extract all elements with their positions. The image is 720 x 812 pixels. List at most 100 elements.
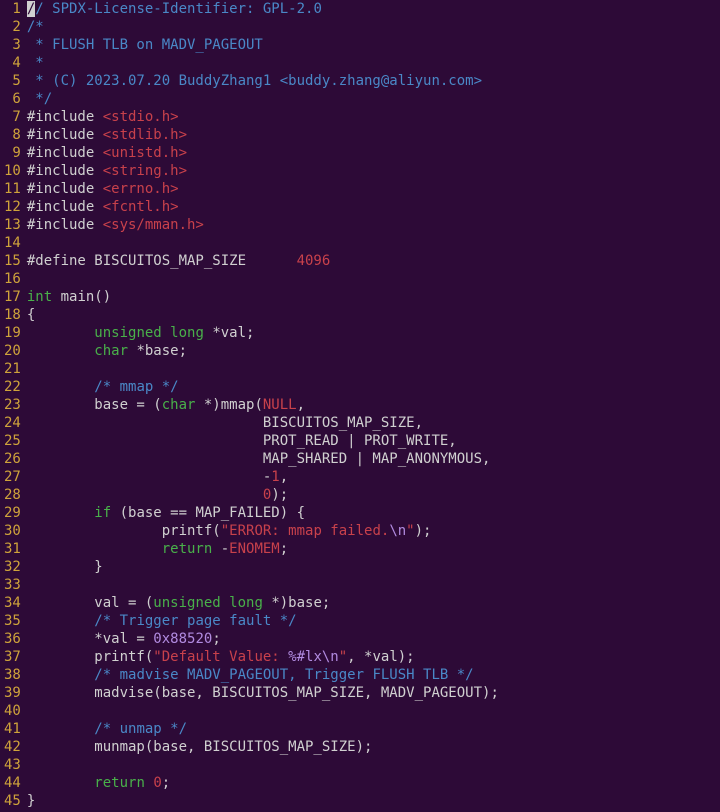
token-string: " xyxy=(406,523,414,539)
code-line[interactable]: #include <sys/mman.h> xyxy=(27,216,712,234)
code-line[interactable]: */ xyxy=(27,90,712,108)
token-ident: *)mmap( xyxy=(195,397,262,413)
token-ident: munmap(base, BISCUITOS_MAP_SIZE); xyxy=(27,739,373,755)
code-line[interactable]: printf("Default Value: %#lx\n", *val); xyxy=(27,648,712,666)
code-line[interactable]: *val = 0x88520; xyxy=(27,630,712,648)
token-ident xyxy=(162,325,170,341)
token-ident: base = ( xyxy=(27,397,162,413)
token-preproc: #include xyxy=(27,181,103,197)
token-ident: *val; xyxy=(204,325,255,341)
code-line[interactable]: 0); xyxy=(27,486,712,504)
code-line[interactable] xyxy=(27,360,712,378)
code-line[interactable]: base = (char *)mmap(NULL, xyxy=(27,396,712,414)
code-line[interactable]: /* Trigger page fault */ xyxy=(27,612,712,630)
code-line[interactable]: -1, xyxy=(27,468,712,486)
token-ident: ; xyxy=(280,541,288,557)
code-line[interactable]: if (base == MAP_FAILED) { xyxy=(27,504,712,522)
line-number: 45 xyxy=(4,792,21,810)
line-number: 1 xyxy=(4,0,21,18)
code-line[interactable]: * FLUSH TLB on MADV_PAGEOUT xyxy=(27,36,712,54)
token-ident: val = ( xyxy=(27,595,153,611)
code-line[interactable] xyxy=(27,756,712,774)
token-fmt: \n xyxy=(322,649,339,665)
line-number: 7 xyxy=(4,108,21,126)
token-ident: (base == MAP_FAILED) { xyxy=(111,505,305,521)
token-ident: ; xyxy=(212,631,220,647)
token-ident xyxy=(27,343,94,359)
code-line[interactable]: #include <unistd.h> xyxy=(27,144,712,162)
line-number: 19 xyxy=(4,324,21,342)
token-fmt: %#lx xyxy=(288,649,322,665)
line-number-gutter: 1234567891011121314151617181920212223242… xyxy=(0,0,27,810)
code-line[interactable] xyxy=(27,270,712,288)
token-incfile: <fcntl.h> xyxy=(103,199,179,215)
token-type: int xyxy=(27,289,52,305)
code-line[interactable]: * xyxy=(27,54,712,72)
line-number: 30 xyxy=(4,522,21,540)
token-ident xyxy=(27,325,94,341)
token-ident: MAP_SHARED | MAP_ANONYMOUS, xyxy=(27,451,491,467)
code-line[interactable]: #include <string.h> xyxy=(27,162,712,180)
line-number: 11 xyxy=(4,180,21,198)
code-line[interactable]: munmap(base, BISCUITOS_MAP_SIZE); xyxy=(27,738,712,756)
code-line[interactable]: #include <fcntl.h> xyxy=(27,198,712,216)
code-line[interactable]: #include <stdlib.h> xyxy=(27,126,712,144)
code-line[interactable]: /* xyxy=(27,18,712,36)
code-line[interactable]: return -ENOMEM; xyxy=(27,540,712,558)
token-number: 4096 xyxy=(297,253,331,269)
token-incfile: <stdlib.h> xyxy=(103,127,187,143)
code-line[interactable]: * (C) 2023.07.20 BuddyZhang1 <buddy.zhan… xyxy=(27,72,712,90)
code-line[interactable]: val = (unsigned long *)base; xyxy=(27,594,712,612)
token-comment: /* mmap */ xyxy=(94,379,178,395)
code-line[interactable]: printf("ERROR: mmap failed.\n"); xyxy=(27,522,712,540)
token-keyword: return xyxy=(162,541,213,557)
line-number: 16 xyxy=(4,270,21,288)
line-number: 31 xyxy=(4,540,21,558)
line-number: 33 xyxy=(4,576,21,594)
token-type: unsigned xyxy=(153,595,220,611)
code-line[interactable]: #define BISCUITOS_MAP_SIZE 4096 xyxy=(27,252,712,270)
code-area[interactable]: // SPDX-License-Identifier: GPL-2.0/* * … xyxy=(27,0,720,810)
code-line[interactable]: { xyxy=(27,306,712,324)
code-line[interactable] xyxy=(27,702,712,720)
code-editor[interactable]: 1234567891011121314151617181920212223242… xyxy=(0,0,720,810)
code-line[interactable]: madvise(base, BISCUITOS_MAP_SIZE, MADV_P… xyxy=(27,684,712,702)
code-line[interactable]: MAP_SHARED | MAP_ANONYMOUS, xyxy=(27,450,712,468)
token-preproc: #include xyxy=(27,145,103,161)
token-type: char xyxy=(162,397,196,413)
token-ident: - xyxy=(27,469,271,485)
code-line[interactable] xyxy=(27,576,712,594)
token-ident xyxy=(27,505,94,521)
token-type: long xyxy=(170,325,204,341)
token-comment: / SPDX-License-Identifier: GPL-2.0 xyxy=(35,1,322,17)
token-ident xyxy=(27,487,263,503)
code-line[interactable]: PROT_READ | PROT_WRITE, xyxy=(27,432,712,450)
token-ident: , xyxy=(297,397,305,413)
line-number: 39 xyxy=(4,684,21,702)
token-comment: */ xyxy=(27,91,52,107)
token-type: char xyxy=(94,343,128,359)
code-line[interactable]: int main() xyxy=(27,288,712,306)
code-line[interactable]: #include <stdio.h> xyxy=(27,108,712,126)
line-number: 37 xyxy=(4,648,21,666)
code-line[interactable]: BISCUITOS_MAP_SIZE, xyxy=(27,414,712,432)
code-line[interactable]: char *base; xyxy=(27,342,712,360)
line-number: 29 xyxy=(4,504,21,522)
code-line[interactable] xyxy=(27,234,712,252)
code-line[interactable]: } xyxy=(27,792,712,810)
token-ident: *val = xyxy=(27,631,153,647)
code-line[interactable]: unsigned long *val; xyxy=(27,324,712,342)
token-ident xyxy=(27,379,94,395)
line-number: 22 xyxy=(4,378,21,396)
code-line[interactable]: /* madvise MADV_PAGEOUT, Trigger FLUSH T… xyxy=(27,666,712,684)
code-line[interactable]: } xyxy=(27,558,712,576)
code-line[interactable]: return 0; xyxy=(27,774,712,792)
line-number: 5 xyxy=(4,72,21,90)
code-line[interactable]: // SPDX-License-Identifier: GPL-2.0 xyxy=(27,0,712,18)
code-line[interactable]: /* mmap */ xyxy=(27,378,712,396)
line-number: 28 xyxy=(4,486,21,504)
token-ident: } xyxy=(27,559,103,575)
line-number: 23 xyxy=(4,396,21,414)
code-line[interactable]: #include <errno.h> xyxy=(27,180,712,198)
code-line[interactable]: /* unmap */ xyxy=(27,720,712,738)
